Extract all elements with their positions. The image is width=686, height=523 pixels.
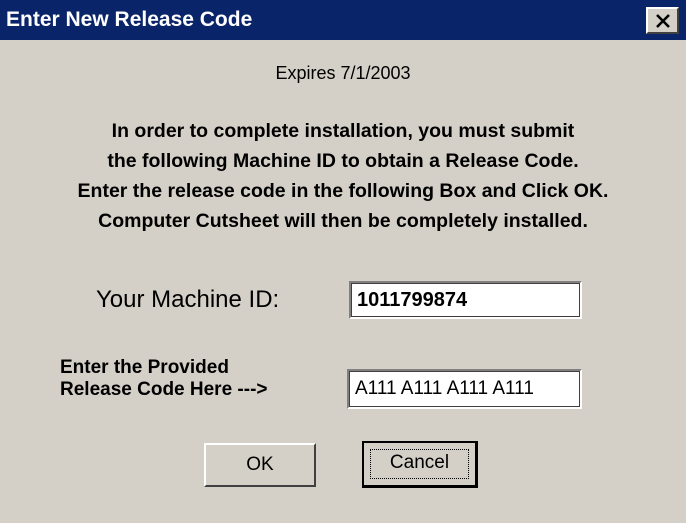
instructions-line: Computer Cutsheet will then be completel… bbox=[98, 210, 588, 232]
instructions-line: In order to complete installation, you m… bbox=[111, 120, 575, 142]
machine-id-field[interactable]: 1011799874 bbox=[349, 281, 582, 319]
release-code-label-line1: Enter the Provided bbox=[60, 357, 229, 378]
release-code-label-line2: Release Code Here ---> bbox=[60, 379, 268, 400]
machine-id-label: Your Machine ID: bbox=[96, 286, 280, 313]
ok-button[interactable]: OK bbox=[204, 443, 316, 487]
release-code-dialog: Enter New Release Code Expires 7/1/2003 … bbox=[0, 0, 686, 523]
expiration-text: Expires 7/1/2003 bbox=[275, 63, 411, 83]
window-title: Enter New Release Code bbox=[6, 8, 253, 31]
instructions-line: Enter the release code in the following … bbox=[77, 180, 609, 202]
close-button[interactable] bbox=[646, 7, 679, 34]
release-code-input[interactable]: A111 A111 A111 A111 bbox=[347, 369, 582, 409]
cancel-button-label: Cancel bbox=[389, 452, 450, 473]
release-code-label: Enter the Provided Release Code Here ---… bbox=[60, 357, 268, 401]
cancel-button[interactable]: Cancel bbox=[362, 441, 478, 488]
title-bar[interactable]: Enter New Release Code bbox=[0, 0, 686, 40]
close-icon bbox=[656, 14, 670, 28]
instructions-text: In order to complete installation, you m… bbox=[0, 116, 686, 236]
instructions-line: the following Machine ID to obtain a Rel… bbox=[107, 150, 579, 172]
